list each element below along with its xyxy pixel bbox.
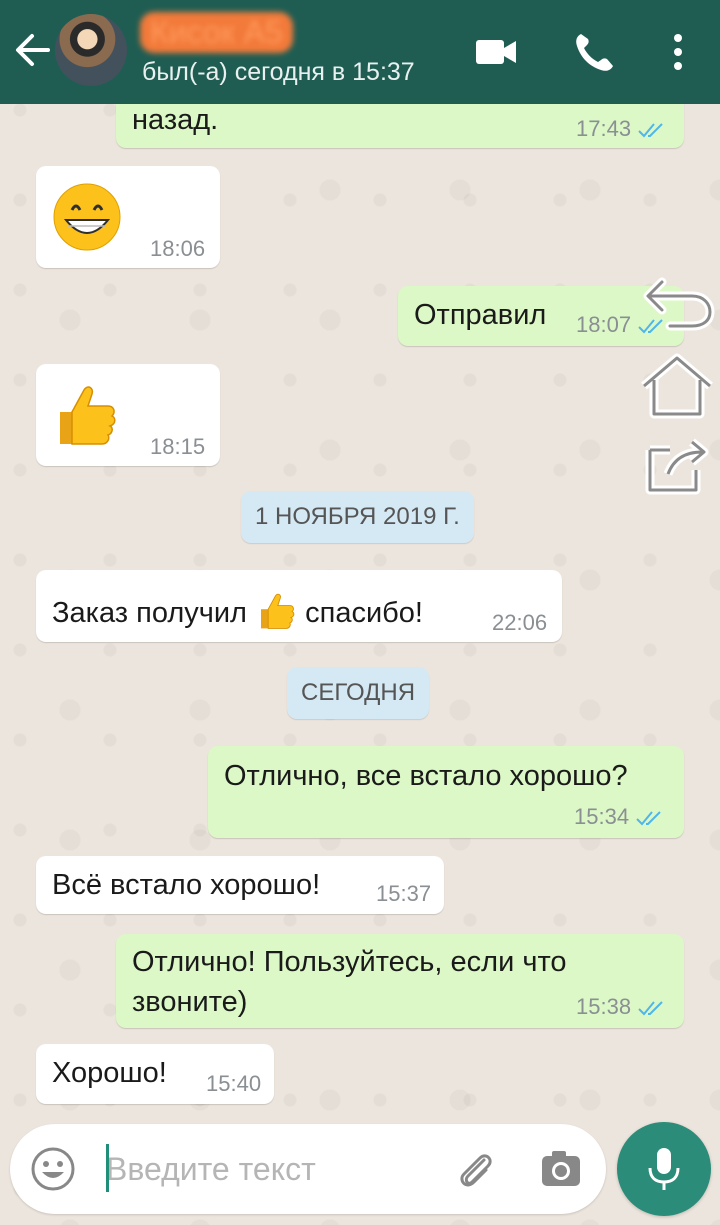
more-vert-icon[interactable] [652,26,704,78]
text-cursor [106,1144,109,1192]
contact-name[interactable]: Кисок А5 [140,12,293,53]
camera-icon[interactable] [536,1144,586,1194]
home-icon[interactable] [638,352,716,422]
double-check-icon [636,811,661,826]
message-text: Отлично! Пользуйтесь, если что звоните) [132,946,567,1018]
message-text: Заказ получил спасибо! [52,590,423,632]
thumbs-up-emoji-icon [261,593,295,629]
message-bubble-outgoing[interactable]: Отлично! Пользуйтесь, если что звоните) … [116,934,684,1028]
message-time: 15:34 [574,804,665,830]
message-composer [10,1124,606,1214]
grinning-face-emoji-icon [53,183,121,251]
reply-icon[interactable] [640,270,718,340]
message-bubble-incoming[interactable]: 18:15 [36,364,220,466]
message-time: 18:15 [150,434,206,459]
message-bubble-incoming[interactable]: 18:06 [36,166,220,268]
message-text: Отправил [414,299,547,331]
date-divider: СЕГОДНЯ [287,667,430,719]
message-text: Всё встало хорошо! [52,869,321,901]
mic-icon [648,1148,680,1190]
chat-header: Кисок А5 был(-а) сегодня в 15:37 [0,0,720,104]
thumbs-up-emoji-icon [60,386,116,445]
double-check-icon [638,123,663,138]
attach-icon[interactable] [450,1144,500,1194]
date-divider: 1 НОЯБРЯ 2019 Г. [241,491,474,543]
last-seen-status: был(-а) сегодня в 15:37 [142,58,415,86]
video-call-icon[interactable] [470,26,522,78]
message-bubble-outgoing[interactable]: Отлично, все встало хорошо? 15:34 [208,746,684,838]
share-icon[interactable] [640,430,718,500]
message-bubble-incoming[interactable]: Хорошо! 15:40 [36,1044,274,1104]
message-text: Отлично, все встало хорошо? [224,760,628,792]
message-time: 18:06 [150,236,206,261]
message-time: 15:40 [206,1071,262,1096]
message-input[interactable] [106,1144,446,1194]
message-bubble-incoming[interactable]: Заказ получил спасибо! 22:06 [36,570,562,642]
double-check-icon [638,1001,663,1016]
message-bubble-incoming[interactable]: Всё встало хорошо! 15:37 [36,856,444,914]
message-time: 15:37 [376,881,432,906]
message-time: 15:38 [576,994,667,1020]
back-arrow-icon[interactable] [10,26,54,74]
contact-avatar[interactable] [55,14,127,86]
message-time: 22:06 [492,610,548,635]
message-text: Хорошо! [52,1057,167,1089]
message-time: 17:43 [576,116,667,142]
mic-button[interactable] [617,1122,711,1216]
emoji-icon[interactable] [28,1144,78,1194]
phone-icon[interactable] [567,26,619,78]
message-text: назад. [132,104,219,136]
